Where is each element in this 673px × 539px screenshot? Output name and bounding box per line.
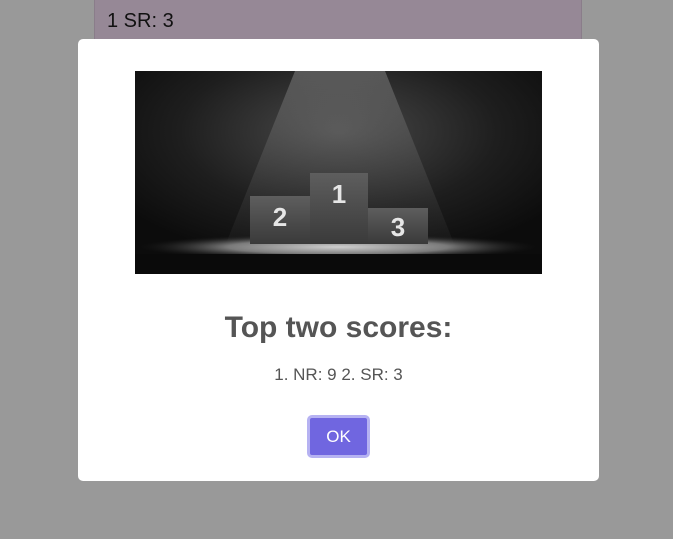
dialog-text: 1. NR: 9 2. SR: 3 [274, 365, 403, 384]
podium-number-2: 2 [273, 202, 287, 232]
podium-icon: 2 1 3 [135, 71, 542, 274]
score-dialog: 2 1 3 Top two scores: 1. NR: 9 2. SR: 3 … [78, 39, 599, 481]
ok-button[interactable]: OK [307, 415, 370, 458]
background-score-text: 1 SR: 3 [107, 10, 174, 32]
podium-number-1: 1 [332, 179, 346, 209]
dialog-title: Top two scores: [224, 311, 453, 344]
podium-number-3: 3 [391, 212, 405, 242]
background-score-card: 1 SR: 3 [94, 0, 582, 44]
